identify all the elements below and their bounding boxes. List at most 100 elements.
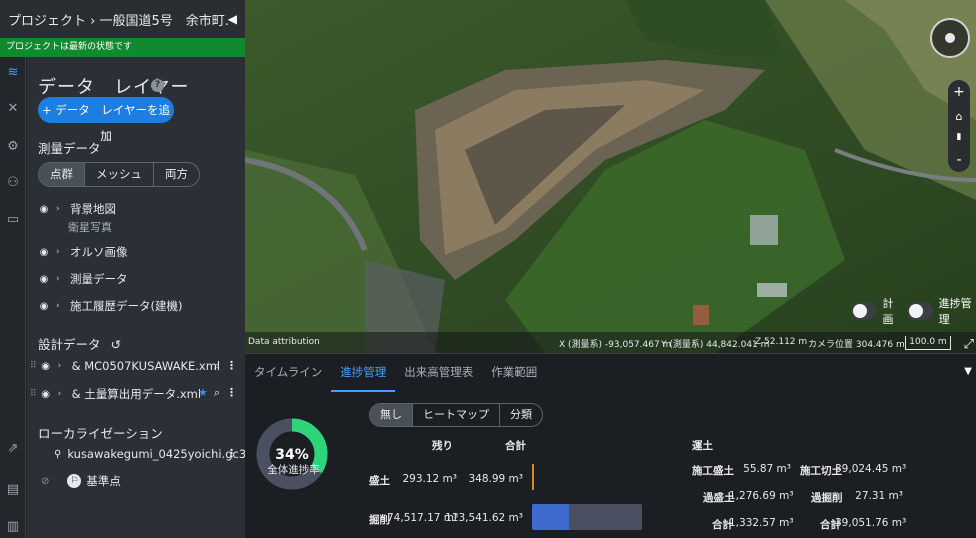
progress-toggle[interactable] <box>907 302 933 320</box>
tab-point-cloud[interactable]: 点群 <box>39 163 85 186</box>
bottom-tabs: タイムライン 進捗管理 出来高管理表 作業範囲 ▼ <box>245 354 976 392</box>
chevron-right-icon[interactable]: › <box>56 247 64 257</box>
more-options-icon[interactable]: ⋮ <box>226 447 237 460</box>
zoom-out-button[interactable]: - <box>956 152 961 168</box>
summary-value: 27.31 m³ <box>855 490 903 502</box>
eye-icon[interactable]: ◉ <box>38 204 50 215</box>
localization-heading: ローカライゼーション <box>38 426 163 441</box>
chevron-right-icon[interactable]: › <box>56 204 64 214</box>
project-breadcrumb[interactable]: プロジェクト › 一般国道5号 余市町... ▾ <box>8 10 228 29</box>
col-total: 合計 <box>505 440 526 452</box>
progress-panel: タイムライン 進捗管理 出来高管理表 作業範囲 ▼ 34% 全体進捗率 無し ヒ… <box>245 353 976 538</box>
machine-icon[interactable]: ⚇ <box>5 175 21 191</box>
chevron-down-icon[interactable]: ▼ <box>964 366 972 377</box>
design-file-label: & MC0507KUSAWAKE.xml <box>71 359 221 373</box>
excavation-progress-fill <box>532 504 570 530</box>
pdf-icon[interactable]: ▤ <box>5 482 21 498</box>
star-icon[interactable]: ★ <box>198 386 208 400</box>
summary-value: 1,332.57 m³ <box>729 517 794 529</box>
y-coordinate-readout: Y (測量系) 44,842.041 m <box>661 340 770 350</box>
view-classification[interactable]: 分類 <box>500 404 542 426</box>
layer-label: 背景地図 <box>70 202 116 216</box>
layer-machine-history[interactable]: ◉ › 施工履歴データ(建機) <box>38 298 183 314</box>
col-remaining: 残り <box>432 440 453 452</box>
plan-toggle[interactable] <box>851 302 877 320</box>
overall-progress-donut: 34% <box>255 408 331 508</box>
view-none[interactable]: 無し <box>370 404 413 426</box>
chevron-right-icon[interactable]: › <box>56 301 64 311</box>
document-icon[interactable]: ▥ <box>5 519 21 535</box>
chevron-right-icon[interactable]: › <box>58 389 66 399</box>
tools-icon[interactable]: ✕ <box>5 101 21 117</box>
more-options-icon[interactable]: ⋮ <box>226 359 237 373</box>
history-icon[interactable]: ↺ <box>111 337 121 352</box>
reference-point-row[interactable]: ⊘ ⚐ 基準点 <box>41 473 121 489</box>
design-file-row[interactable]: ⠿ ◉ › & MC0507KUSAWAKE.xml <box>30 359 220 373</box>
donut-chart: 34% <box>256 418 328 490</box>
design-file-row[interactable]: ⠿ ◉ › & 土量算出用データ.xml <box>30 386 201 402</box>
design-file-actions: ⌕ ⋮ <box>214 359 237 373</box>
tab-both[interactable]: 両方 <box>154 163 199 186</box>
tab-progress-management[interactable]: 進捗管理 <box>331 354 396 392</box>
home-view-icon[interactable]: ⌂ <box>956 110 963 123</box>
summary-label: 施工盛土 <box>692 465 734 477</box>
tab-quantity-table[interactable]: 出来高管理表 <box>395 354 482 392</box>
fill-progress-marker <box>532 464 534 490</box>
more-options-icon[interactable]: ⋮ <box>226 386 237 400</box>
collapse-panel-icon[interactable]: ◀ <box>228 12 237 26</box>
layers-icon[interactable]: ≋ <box>5 65 21 81</box>
overlay-toggles: 計画 進捗管理 <box>851 295 976 327</box>
summary-value: 39,024.45 m³ <box>835 463 907 475</box>
folder-icon[interactable]: ▭ <box>5 212 21 228</box>
compass-icon[interactable] <box>930 18 970 58</box>
layer-background-map[interactable]: ◉ › 背景地図 <box>38 201 116 217</box>
layer-survey-data[interactable]: ◉ › 測量データ <box>38 271 128 287</box>
chevron-right-icon[interactable]: › <box>58 361 66 371</box>
design-file-actions: ★ ⌕ ⋮ <box>198 386 237 400</box>
summary-value: 39,051.76 m³ <box>835 517 907 529</box>
panel-title: データ レイヤー <box>38 77 190 98</box>
reference-point-label: 基準点 <box>86 474 121 488</box>
localization-file[interactable]: ⚲ kusawakegumi_0425yoichi.gc3 <box>54 447 246 461</box>
data-attribution-link[interactable]: Data attribution <box>248 337 320 347</box>
eye-icon[interactable]: ◉ <box>40 361 52 372</box>
tab-work-area[interactable]: 作業範囲 <box>482 354 546 392</box>
eye-icon[interactable]: ◉ <box>38 247 50 258</box>
overall-progress-label: 全体進捗率 <box>267 464 320 476</box>
design-section-label: 設計データ <box>38 337 101 352</box>
zoom-to-icon[interactable]: ⌕ <box>214 386 220 400</box>
x-coordinate-readout: X (測量系) -93,057.467 m <box>559 340 672 350</box>
summary-value: 1,276.69 m³ <box>729 490 794 502</box>
reference-point-icon: ⚐ <box>67 474 82 488</box>
map-3d-view[interactable]: + ⌂ ▮ - 計画 進捗管理 Data attribution X (測量系)… <box>245 0 976 353</box>
design-file-label: & 土量算出用データ.xml <box>71 387 202 401</box>
eye-icon[interactable]: ◉ <box>40 389 52 400</box>
eye-icon[interactable]: ◉ <box>38 274 50 285</box>
view-heatmap[interactable]: ヒートマップ <box>413 404 500 426</box>
survey-mode-switch: 点群 メッシュ 両方 <box>38 162 200 187</box>
zoom-in-button[interactable]: + <box>953 84 965 100</box>
drag-handle-icon[interactable]: ⠿ <box>30 361 37 371</box>
eye-icon[interactable]: ◉ <box>38 301 50 312</box>
3d-view-icon[interactable]: ▮ <box>957 132 962 142</box>
data-layer-panel: データ レイヤー ? + データ レイヤーを追加 測量データ 点群 メッシュ 両… <box>27 57 246 538</box>
settings-icon[interactable]: ⚙ <box>5 139 21 155</box>
tab-mesh[interactable]: メッシュ <box>85 163 154 186</box>
z-coordinate-readout: Z 52.112 m <box>755 337 808 347</box>
transport-heading: 運土 <box>692 440 713 452</box>
eye-off-icon[interactable]: ⊘ <box>41 476 49 487</box>
help-icon[interactable]: ? <box>151 79 164 92</box>
fullscreen-icon[interactable]: ⤢ <box>964 337 974 352</box>
chevron-right-icon[interactable]: › <box>56 274 64 284</box>
excavation-progress-bar <box>532 504 642 530</box>
zoom-control: + ⌂ ▮ - <box>948 80 970 172</box>
export-icon[interactable]: ⇗ <box>5 441 21 457</box>
tab-timeline[interactable]: タイムライン <box>245 354 331 392</box>
zoom-to-icon[interactable]: ⌕ <box>214 359 220 373</box>
layer-ortho-image[interactable]: ◉ › オルソ画像 <box>38 244 128 260</box>
layer-label: 測量データ <box>70 272 128 286</box>
map-status-bar: Data attribution X (測量系) -93,057.467 m Y… <box>245 332 976 353</box>
add-data-layer-button[interactable]: + データ レイヤーを追加 <box>38 97 174 143</box>
drag-handle-icon[interactable]: ⠿ <box>30 389 37 399</box>
view-mode-switch: 無し ヒートマップ 分類 <box>369 403 543 427</box>
